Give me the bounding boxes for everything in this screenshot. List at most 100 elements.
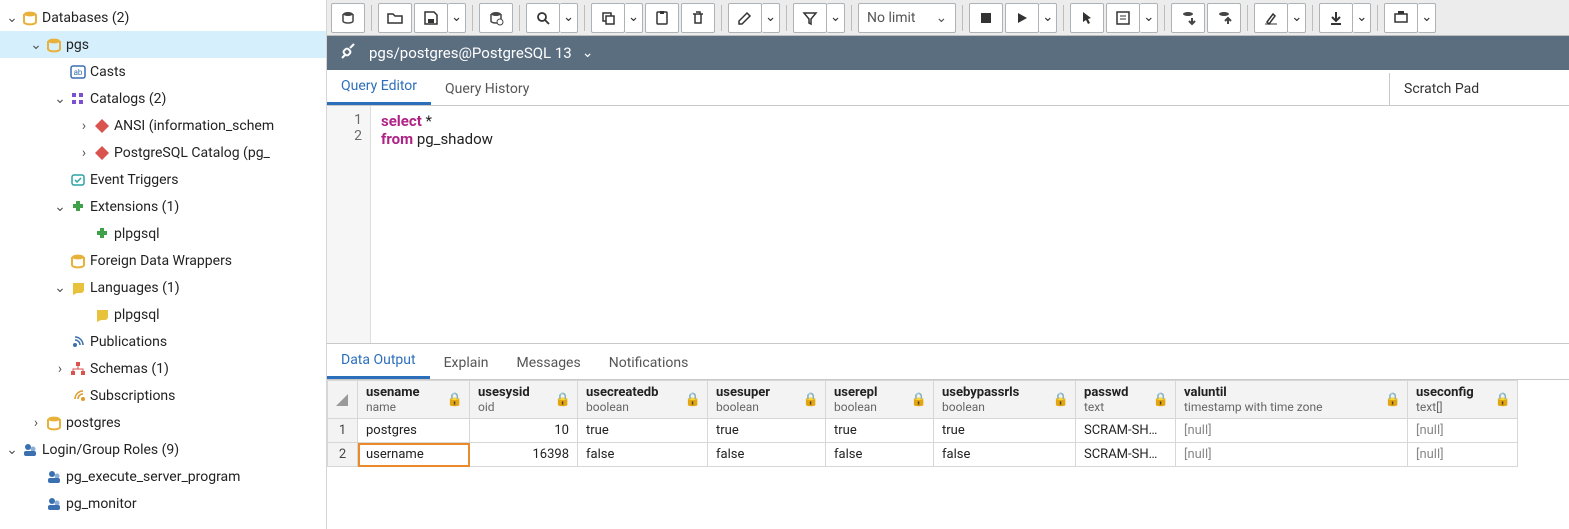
- edit-button[interactable]: [728, 3, 762, 33]
- tree-node-databases[interactable]: ⌄ Databases (2): [0, 4, 326, 31]
- cell-valuntil[interactable]: [null]: [1176, 419, 1408, 443]
- column-header-usename[interactable]: usenamename🔒: [358, 381, 470, 419]
- chevron-down-icon[interactable]: ⌄: [28, 37, 44, 53]
- filter-dropdown[interactable]: ⌄: [827, 3, 845, 33]
- tab-query-editor[interactable]: Query Editor: [327, 70, 431, 105]
- chevron-down-icon[interactable]: ⌄: [582, 45, 594, 61]
- chevron-down-icon[interactable]: ⌄: [52, 91, 68, 107]
- save-data-button[interactable]: [331, 3, 365, 33]
- copy-button[interactable]: [591, 3, 625, 33]
- tree-node-event-triggers[interactable]: Event Triggers: [0, 166, 326, 193]
- tree-node-plpgsql-lang[interactable]: plpgsql: [0, 301, 326, 328]
- column-header-usesuper[interactable]: usesuperboolean🔒: [708, 381, 826, 419]
- edit-dropdown[interactable]: ⌄: [762, 3, 780, 33]
- column-header-usebypassrls[interactable]: usebypassrlsboolean🔒: [934, 381, 1076, 419]
- execute-dropdown[interactable]: ⌄: [1039, 3, 1057, 33]
- download-dropdown[interactable]: ⌄: [1353, 3, 1371, 33]
- tree-node-subscriptions[interactable]: Subscriptions: [0, 382, 326, 409]
- scratch-pad-header[interactable]: Scratch Pad: [1389, 73, 1569, 105]
- tree-node-pgcatalog[interactable]: › PostgreSQL Catalog (pg_: [0, 139, 326, 166]
- pointer-button[interactable]: [1070, 3, 1104, 33]
- connection-label[interactable]: pgs/postgres@PostgreSQL 13: [369, 44, 572, 62]
- stop-button[interactable]: [969, 3, 1003, 33]
- cell-valuntil[interactable]: [null]: [1176, 443, 1408, 467]
- cell-useconfig[interactable]: [null]: [1408, 419, 1518, 443]
- find-button[interactable]: [526, 3, 560, 33]
- cell-userepl[interactable]: true: [826, 419, 934, 443]
- column-header-passwd[interactable]: passwdtext🔒: [1076, 381, 1176, 419]
- chevron-down-icon[interactable]: ⌄: [52, 280, 68, 296]
- tree-node-languages[interactable]: ⌄ Languages (1): [0, 274, 326, 301]
- execute-button[interactable]: [1005, 3, 1039, 33]
- cell-usename[interactable]: username: [358, 443, 470, 467]
- cell-usecreatedb[interactable]: true: [578, 419, 708, 443]
- editor-content[interactable]: select * from pg_shadow: [371, 106, 1569, 343]
- tree-node-pgs[interactable]: ⌄ pgs: [0, 31, 326, 58]
- rows-limit-select[interactable]: No limit⌄: [858, 3, 956, 33]
- clear-dropdown[interactable]: ⌄: [1288, 3, 1306, 33]
- paste-button[interactable]: [645, 3, 679, 33]
- copy-dropdown[interactable]: ⌄: [625, 3, 643, 33]
- connection-status-icon[interactable]: [337, 43, 359, 63]
- clear-button[interactable]: [1254, 3, 1288, 33]
- table-row[interactable]: 1postgres10truetruetruetrueSCRAM-SH…[nul…: [328, 419, 1518, 443]
- tree-node-postgres-db[interactable]: › postgres: [0, 409, 326, 436]
- cell-useconfig[interactable]: [null]: [1408, 443, 1518, 467]
- result-grid[interactable]: usenamename🔒usesysidoid🔒usecreatedbboole…: [327, 380, 1569, 529]
- save-file-button[interactable]: [414, 3, 448, 33]
- column-header-usecreatedb[interactable]: usecreatedbboolean🔒: [578, 381, 708, 419]
- chevron-right-icon[interactable]: ›: [76, 118, 92, 134]
- column-header-useconfig[interactable]: useconfigtext[]🔒: [1408, 381, 1518, 419]
- tab-notifications[interactable]: Notifications: [595, 347, 703, 379]
- tab-messages[interactable]: Messages: [502, 347, 594, 379]
- filter-button[interactable]: [793, 3, 827, 33]
- explain-button[interactable]: [1106, 3, 1140, 33]
- tree-node-fdw[interactable]: Foreign Data Wrappers: [0, 247, 326, 274]
- chevron-right-icon[interactable]: ›: [28, 415, 44, 431]
- cell-usesuper[interactable]: true: [708, 419, 826, 443]
- cell-usesysid[interactable]: 10: [470, 419, 578, 443]
- column-header-userepl[interactable]: usereplboolean🔒: [826, 381, 934, 419]
- commit-button[interactable]: [1171, 3, 1205, 33]
- column-header-usesysid[interactable]: usesysidoid🔒: [470, 381, 578, 419]
- grid-corner[interactable]: [328, 381, 358, 419]
- open-file-button[interactable]: [378, 3, 412, 33]
- tree-node-catalogs[interactable]: ⌄ Catalogs (2): [0, 85, 326, 112]
- cell-passwd[interactable]: SCRAM-SH…: [1076, 419, 1176, 443]
- tab-data-output[interactable]: Data Output: [327, 344, 430, 379]
- column-header-valuntil[interactable]: valuntiltimestamp with time zone🔒: [1176, 381, 1408, 419]
- tree-node-publications[interactable]: Publications: [0, 328, 326, 355]
- find-dropdown[interactable]: ⌄: [560, 3, 578, 33]
- chevron-down-icon[interactable]: ⌄: [4, 442, 20, 458]
- cell-usecreatedb[interactable]: false: [578, 443, 708, 467]
- tree-node-schemas[interactable]: › Schemas (1): [0, 355, 326, 382]
- macros-button[interactable]: [1384, 3, 1418, 33]
- tab-explain[interactable]: Explain: [430, 347, 503, 379]
- cell-usebypassrls[interactable]: true: [934, 419, 1076, 443]
- sql-editor[interactable]: 1 2 select * from pg_shadow: [327, 106, 1569, 344]
- tree-node-roles[interactable]: ⌄ Login/Group Roles (9): [0, 436, 326, 463]
- macros-dropdown[interactable]: ⌄: [1418, 3, 1436, 33]
- tree-node-plpgsql-ext[interactable]: plpgsql: [0, 220, 326, 247]
- row-number[interactable]: 2: [328, 443, 358, 467]
- row-number[interactable]: 1: [328, 419, 358, 443]
- table-row[interactable]: 2username16398falsefalsefalsefalseSCRAM-…: [328, 443, 1518, 467]
- chevron-right-icon[interactable]: ›: [52, 361, 68, 377]
- explain-dropdown[interactable]: ⌄: [1140, 3, 1158, 33]
- download-button[interactable]: [1319, 3, 1353, 33]
- delete-button[interactable]: [681, 3, 715, 33]
- tree-node-role[interactable]: pg_monitor: [0, 490, 326, 517]
- tree-node-extensions[interactable]: ⌄ Extensions (1): [0, 193, 326, 220]
- cell-userepl[interactable]: false: [826, 443, 934, 467]
- chevron-down-icon[interactable]: ⌄: [52, 199, 68, 215]
- tree-node-casts[interactable]: ab Casts: [0, 58, 326, 85]
- rollback-button[interactable]: [1207, 3, 1241, 33]
- chevron-right-icon[interactable]: ›: [76, 145, 92, 161]
- cell-usesysid[interactable]: 16398: [470, 443, 578, 467]
- cell-usebypassrls[interactable]: false: [934, 443, 1076, 467]
- tab-query-history[interactable]: Query History: [431, 73, 543, 105]
- sql-button[interactable]: [479, 3, 513, 33]
- save-file-dropdown[interactable]: ⌄: [448, 3, 466, 33]
- cell-usename[interactable]: postgres: [358, 419, 470, 443]
- tree-node-ansi[interactable]: › ANSI (information_schem: [0, 112, 326, 139]
